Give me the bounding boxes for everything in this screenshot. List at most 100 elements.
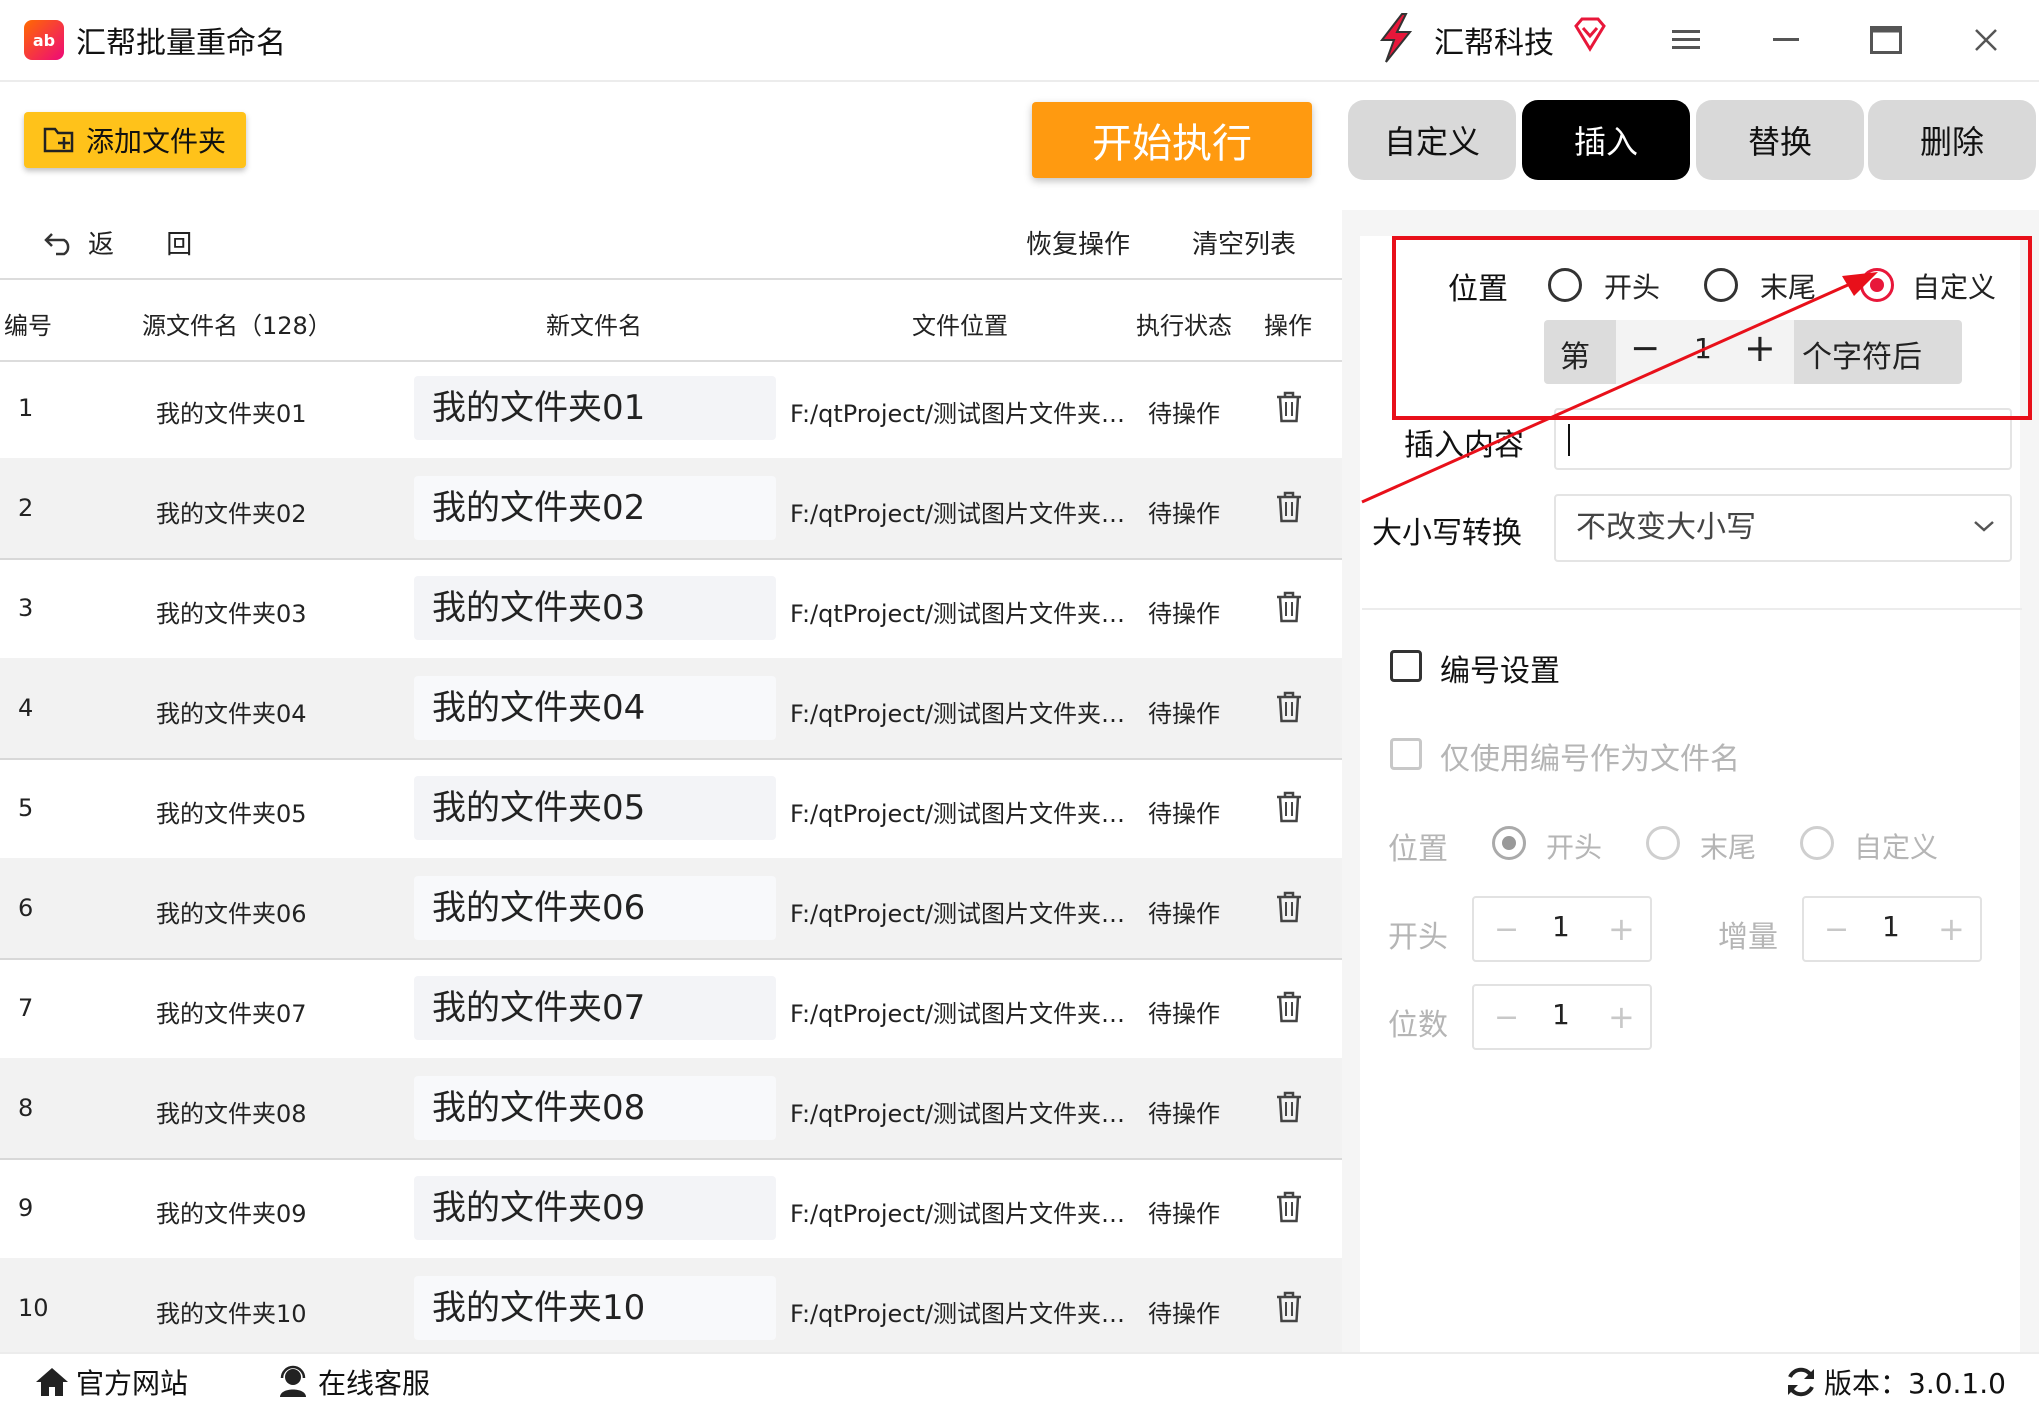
version-label: 版本：3.0.1.0	[1824, 1367, 2006, 1400]
numbering-enable-checkbox[interactable]	[1390, 650, 1422, 682]
row-new-name-field[interactable]: 我的文件夹06	[414, 876, 776, 940]
header-source-name: 源文件名（128）	[142, 312, 332, 340]
start-number-label: 开头	[1388, 920, 1448, 955]
minimize-icon[interactable]	[1764, 18, 1808, 62]
row-index: 3	[18, 594, 34, 622]
numbering-radio-custom-label: 自定义	[1854, 831, 1939, 864]
start-number-value[interactable]: 1	[1552, 910, 1570, 943]
trash-icon[interactable]	[1274, 1290, 1304, 1324]
numbering-radio-custom[interactable]	[1800, 826, 1834, 860]
tab-insert[interactable]: 插入	[1522, 100, 1690, 180]
row-index: 4	[18, 694, 34, 722]
table-row[interactable]: 5 我的文件夹05 我的文件夹05 F:/qtProject/测试图片文件夹/... 待…	[0, 758, 1342, 860]
menu-icon[interactable]	[1664, 18, 1708, 62]
digits-label: 位数	[1388, 1008, 1448, 1043]
row-index: 6	[18, 894, 34, 922]
row-new-name-field[interactable]: 我的文件夹08	[414, 1076, 776, 1140]
increment-value[interactable]: 1	[1882, 910, 1900, 943]
row-index: 9	[18, 1194, 34, 1222]
start-number-decrement[interactable]: −	[1494, 912, 1519, 947]
numbering-radio-end-label: 末尾	[1700, 831, 1757, 864]
header-location: 文件位置	[912, 312, 1008, 340]
row-source-name: 我的文件夹02	[156, 500, 307, 528]
row-status: 待操作	[1148, 900, 1220, 928]
restore-button[interactable]: 恢复操作	[1026, 224, 1130, 261]
back-button[interactable]: 返 回	[44, 224, 214, 261]
maximize-icon[interactable]	[1864, 18, 1908, 62]
version-info[interactable]: 版本：3.0.1.0	[1784, 1362, 2006, 1402]
row-status: 待操作	[1148, 600, 1220, 628]
trash-icon[interactable]	[1274, 690, 1304, 724]
trash-icon[interactable]	[1274, 890, 1304, 924]
numbering-radio-end[interactable]	[1646, 826, 1680, 860]
table-row[interactable]: 3 我的文件夹03 我的文件夹03 F:/qtProject/测试图片文件夹/... 待…	[0, 558, 1342, 660]
online-support-link[interactable]: 在线客服	[276, 1362, 430, 1402]
increment-decrement[interactable]: −	[1824, 912, 1849, 947]
trash-icon[interactable]	[1274, 590, 1304, 624]
row-index: 7	[18, 994, 34, 1022]
row-source-name: 我的文件夹10	[156, 1300, 307, 1328]
table-row[interactable]: 9 我的文件夹09 我的文件夹09 F:/qtProject/测试图片文件夹/... 待…	[0, 1158, 1342, 1260]
trash-icon[interactable]	[1274, 1190, 1304, 1224]
only-number-label: 仅使用编号作为文件名	[1440, 742, 1740, 777]
table-row[interactable]: 10 我的文件夹10 我的文件夹10 F:/qtProject/测试图片文件夹/...…	[0, 1258, 1342, 1360]
support-agent-icon	[280, 1365, 306, 1397]
tab-custom[interactable]: 自定义	[1348, 100, 1516, 180]
row-status: 待操作	[1148, 500, 1220, 528]
trash-icon[interactable]	[1274, 490, 1304, 524]
text-caret	[1568, 424, 1570, 456]
table-row[interactable]: 7 我的文件夹07 我的文件夹07 F:/qtProject/测试图片文件夹/... 待…	[0, 958, 1342, 1060]
clear-list-button[interactable]: 清空列表	[1192, 224, 1296, 261]
increment-increment[interactable]: +	[1938, 910, 1965, 948]
start-button[interactable]: 开始执行	[1032, 102, 1312, 178]
refresh-icon	[1788, 1367, 1814, 1397]
numbering-radio-start[interactable]	[1492, 826, 1526, 860]
row-new-name-field[interactable]: 我的文件夹05	[414, 776, 776, 840]
row-file-location: F:/qtProject/测试图片文件夹/...	[790, 500, 1130, 528]
row-index: 1	[18, 394, 34, 422]
digits-stepper[interactable]: − 1 +	[1472, 984, 1652, 1050]
start-number-stepper[interactable]: − 1 +	[1472, 896, 1652, 962]
case-conversion-select[interactable]: 不改变大小写	[1554, 494, 2012, 562]
row-new-name-field[interactable]: 我的文件夹10	[414, 1276, 776, 1340]
table-row[interactable]: 4 我的文件夹04 我的文件夹04 F:/qtProject/测试图片文件夹/... 待…	[0, 658, 1342, 760]
table-row[interactable]: 1 我的文件夹01 我的文件夹01 F:/qtProject/测试图片文件夹/... 待…	[0, 358, 1342, 460]
trash-icon[interactable]	[1274, 990, 1304, 1024]
row-new-name-field[interactable]: 我的文件夹07	[414, 976, 776, 1040]
trash-icon[interactable]	[1274, 390, 1304, 424]
digits-decrement[interactable]: −	[1494, 1000, 1519, 1035]
row-new-name-field[interactable]: 我的文件夹02	[414, 476, 776, 540]
row-source-name: 我的文件夹03	[156, 600, 307, 628]
table-row[interactable]: 6 我的文件夹06 我的文件夹06 F:/qtProject/测试图片文件夹/... 待…	[0, 858, 1342, 960]
row-source-name: 我的文件夹06	[156, 900, 307, 928]
digits-increment[interactable]: +	[1608, 998, 1635, 1036]
row-source-name: 我的文件夹09	[156, 1200, 307, 1228]
tab-delete[interactable]: 删除	[1868, 100, 2036, 180]
vip-diamond-icon[interactable]	[1572, 16, 1608, 52]
only-number-checkbox[interactable]	[1390, 738, 1422, 770]
row-status: 待操作	[1148, 800, 1220, 828]
row-file-location: F:/qtProject/测试图片文件夹/...	[790, 400, 1130, 428]
row-file-location: F:/qtProject/测试图片文件夹/...	[790, 600, 1130, 628]
add-folder-button[interactable]: 添加文件夹	[24, 112, 246, 168]
row-new-name-field[interactable]: 我的文件夹04	[414, 676, 776, 740]
tab-replace[interactable]: 替换	[1696, 100, 1864, 180]
row-source-name: 我的文件夹01	[156, 400, 307, 428]
start-number-increment[interactable]: +	[1608, 910, 1635, 948]
increment-stepper[interactable]: − 1 +	[1802, 896, 1982, 962]
table-row[interactable]: 8 我的文件夹08 我的文件夹08 F:/qtProject/测试图片文件夹/... 待…	[0, 1058, 1342, 1160]
close-icon[interactable]	[1964, 18, 2008, 62]
row-new-name-field[interactable]: 我的文件夹01	[414, 376, 776, 440]
trash-icon[interactable]	[1274, 790, 1304, 824]
title-bar	[0, 0, 2039, 82]
trash-icon[interactable]	[1274, 1090, 1304, 1124]
table-row[interactable]: 2 我的文件夹02 我的文件夹02 F:/qtProject/测试图片文件夹/... 待…	[0, 458, 1342, 560]
numbering-position-label: 位置	[1388, 832, 1448, 867]
header-new-name: 新文件名	[546, 312, 642, 340]
digits-value[interactable]: 1	[1552, 998, 1570, 1031]
annotation-highlight-box	[1392, 236, 2032, 420]
official-site-link[interactable]: 官方网站	[34, 1362, 188, 1402]
table-header: 编号 源文件名（128） 新文件名 文件位置 执行状态 操作	[0, 278, 1342, 362]
row-new-name-field[interactable]: 我的文件夹09	[414, 1176, 776, 1240]
row-new-name-field[interactable]: 我的文件夹03	[414, 576, 776, 640]
